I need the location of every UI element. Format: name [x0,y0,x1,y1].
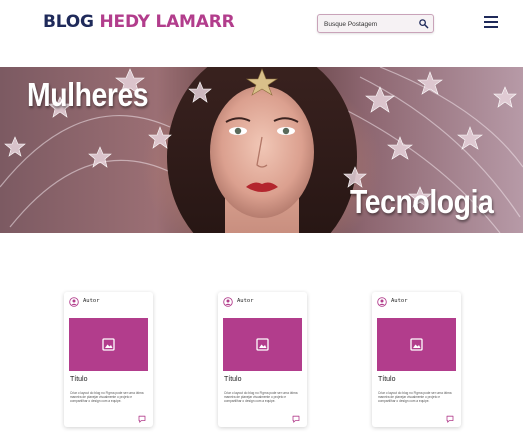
hero-banner: Mulheres Tecnologia [0,67,523,233]
logo-part-blog: BLOG [43,12,94,32]
search-box[interactable] [317,14,434,33]
hero-title-mulheres: Mulheres [27,76,149,113]
user-avatar-icon [377,297,387,307]
hero-title-tecnologia: Tecnologia [350,183,494,220]
post-card[interactable]: Autor Título Criar o layout do blog no F… [372,292,461,427]
image-icon [256,338,269,351]
post-card[interactable]: Autor Título Criar o layout do blog no F… [64,292,153,427]
hamburger-menu-icon[interactable] [484,15,498,29]
blog-logo[interactable]: BLOG HEDY LAMARR [43,12,235,32]
search-input[interactable] [324,17,416,31]
post-author: Autor [83,298,100,304]
menu-bar [484,16,498,18]
menu-bar [484,21,498,23]
post-title[interactable]: Título [70,376,88,383]
post-title[interactable]: Título [378,376,396,383]
post-author: Autor [391,298,408,304]
image-icon [410,338,423,351]
post-excerpt: Criar o layout do blog no Figma pode ser… [70,391,144,403]
search-icon[interactable] [418,18,429,29]
menu-bar [484,26,498,28]
post-excerpt: Criar o layout do blog no Figma pode ser… [224,391,298,403]
comment-icon[interactable] [446,415,454,423]
comment-icon[interactable] [292,415,300,423]
post-author: Autor [237,298,254,304]
post-image-placeholder [377,318,456,371]
post-title[interactable]: Título [224,376,242,383]
logo-part-name: HEDY LAMARR [99,12,235,32]
comment-icon[interactable] [138,415,146,423]
post-card[interactable]: Autor Título Criar o layout do blog no F… [218,292,307,427]
post-excerpt: Criar o layout do blog no Figma pode ser… [378,391,452,403]
image-icon [102,338,115,351]
post-image-placeholder [69,318,148,371]
user-avatar-icon [69,297,79,307]
post-image-placeholder [223,318,302,371]
user-avatar-icon [223,297,233,307]
site-header: BLOG HEDY LAMARR [0,0,523,46]
